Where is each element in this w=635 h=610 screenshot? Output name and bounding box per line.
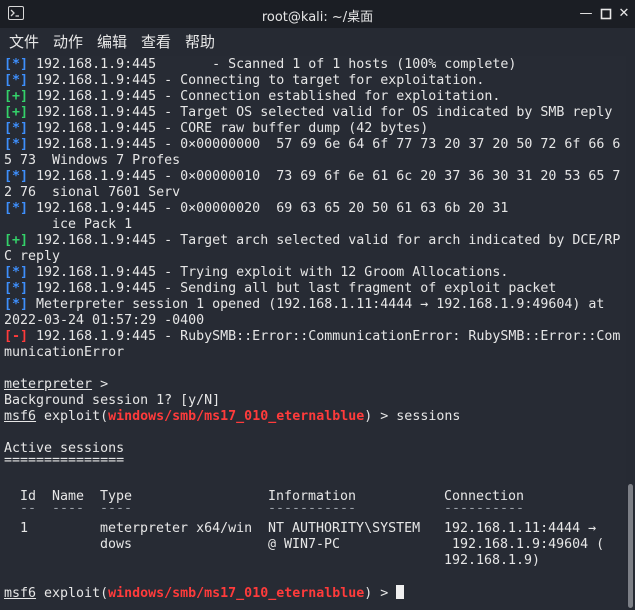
table-cell-information: NT AUTHORITY\SYSTEM bbox=[268, 521, 421, 536]
meterpreter-prompt-line: meterpreter > bbox=[4, 377, 109, 392]
title-bar: root@kali: ~/桌面 — ✕ bbox=[0, 0, 635, 28]
msf-command-line: msf6 exploit(windows/smb/ms17_010_eterna… bbox=[4, 409, 461, 424]
table-dash: -- bbox=[20, 501, 37, 516]
table-cell-type: meterpreter x64/win bbox=[100, 521, 253, 536]
msf-input-line[interactable]: msf6 exploit(windows/smb/ms17_010_eterna… bbox=[4, 585, 405, 602]
log-line: ice Pack 1 bbox=[4, 217, 133, 232]
log-line: [*] 192.168.1.9:445 - 0×00000000 57 69 6… bbox=[4, 137, 621, 152]
log-line: [*] 192.168.1.9:445 - Sending all but la… bbox=[4, 281, 557, 296]
table-cell-connection: 192.168.1.9) bbox=[444, 553, 541, 568]
log-line: [-] 192.168.1.9:445 - RubySMB::Error::Co… bbox=[4, 329, 621, 344]
menu-edit[interactable]: 编辑 bbox=[97, 31, 127, 52]
log-line: [+] 192.168.1.9:445 - Target OS selected… bbox=[4, 105, 613, 120]
menu-bar: 文件 动作 编辑 查看 帮助 bbox=[0, 28, 635, 54]
log-line: [*] 192.168.1.9:445 - Scanned 1 of 1 hos… bbox=[4, 57, 517, 72]
table-dash: ---- bbox=[100, 501, 133, 516]
table-cell-connection: 192.168.1.9:49604 ( bbox=[444, 537, 605, 552]
menu-help[interactable]: 帮助 bbox=[185, 31, 215, 52]
log-line: [*] Meterpreter session 1 opened (192.16… bbox=[4, 297, 605, 312]
table-cell-id: 1 bbox=[20, 521, 29, 536]
menu-file[interactable]: 文件 bbox=[9, 31, 39, 52]
maximize-icon[interactable] bbox=[598, 6, 614, 22]
log-line: [*] 192.168.1.9:445 - CORE raw buffer du… bbox=[4, 121, 429, 136]
minimize-icon[interactable]: — bbox=[578, 6, 594, 22]
window-title: root@kali: ~/桌面 bbox=[261, 10, 374, 25]
log-line: [+] 192.168.1.9:445 - Target arch select… bbox=[4, 233, 621, 248]
log-line: 2 76 sional 7601 Serv bbox=[4, 185, 181, 200]
log-line: [*] 192.168.1.9:445 - Trying exploit wit… bbox=[4, 265, 509, 280]
scrollbar[interactable] bbox=[626, 56, 635, 610]
log-line: [+] 192.168.1.9:445 - Connection establi… bbox=[4, 89, 501, 104]
table-cell-connection: 192.168.1.11:4444 → bbox=[444, 521, 597, 536]
log-line: 2022-03-24 01:57:29 -0400 bbox=[4, 313, 205, 328]
terminal-window: root@kali: ~/桌面 — ✕ 文件 动作 编辑 查看 帮助 [*] 1… bbox=[0, 0, 635, 610]
log-line: municationError bbox=[4, 345, 125, 360]
close-icon[interactable]: ✕ bbox=[616, 6, 632, 22]
text-cursor bbox=[396, 585, 405, 599]
background-question: Background session 1? [y/N] bbox=[4, 393, 221, 408]
table-dash: ---- bbox=[52, 501, 85, 516]
log-line: [*] 192.168.1.9:445 - 0×00000020 69 63 6… bbox=[4, 201, 509, 216]
menu-view[interactable]: 查看 bbox=[141, 31, 171, 52]
log-line: 5 73 Windows 7 Profes bbox=[4, 153, 181, 168]
scrollbar-thumb[interactable] bbox=[628, 484, 633, 608]
table-cell-type: dows bbox=[100, 537, 133, 552]
menu-action[interactable]: 动作 bbox=[53, 31, 83, 52]
log-line: C reply bbox=[4, 249, 61, 264]
table-dash: ---------- bbox=[444, 501, 525, 516]
table-cell-information: @ WIN7-PC bbox=[268, 537, 341, 552]
log-line: [*] 192.168.1.9:445 - Connecting to targ… bbox=[4, 73, 485, 88]
log-line: [*] 192.168.1.9:445 - 0×00000010 73 69 6… bbox=[4, 169, 621, 184]
table-dash: ----------- bbox=[268, 501, 357, 516]
active-sessions-underline: =============== bbox=[4, 453, 125, 468]
terminal-output[interactable]: [*] 192.168.1.9:445 - Scanned 1 of 1 hos… bbox=[0, 56, 626, 610]
